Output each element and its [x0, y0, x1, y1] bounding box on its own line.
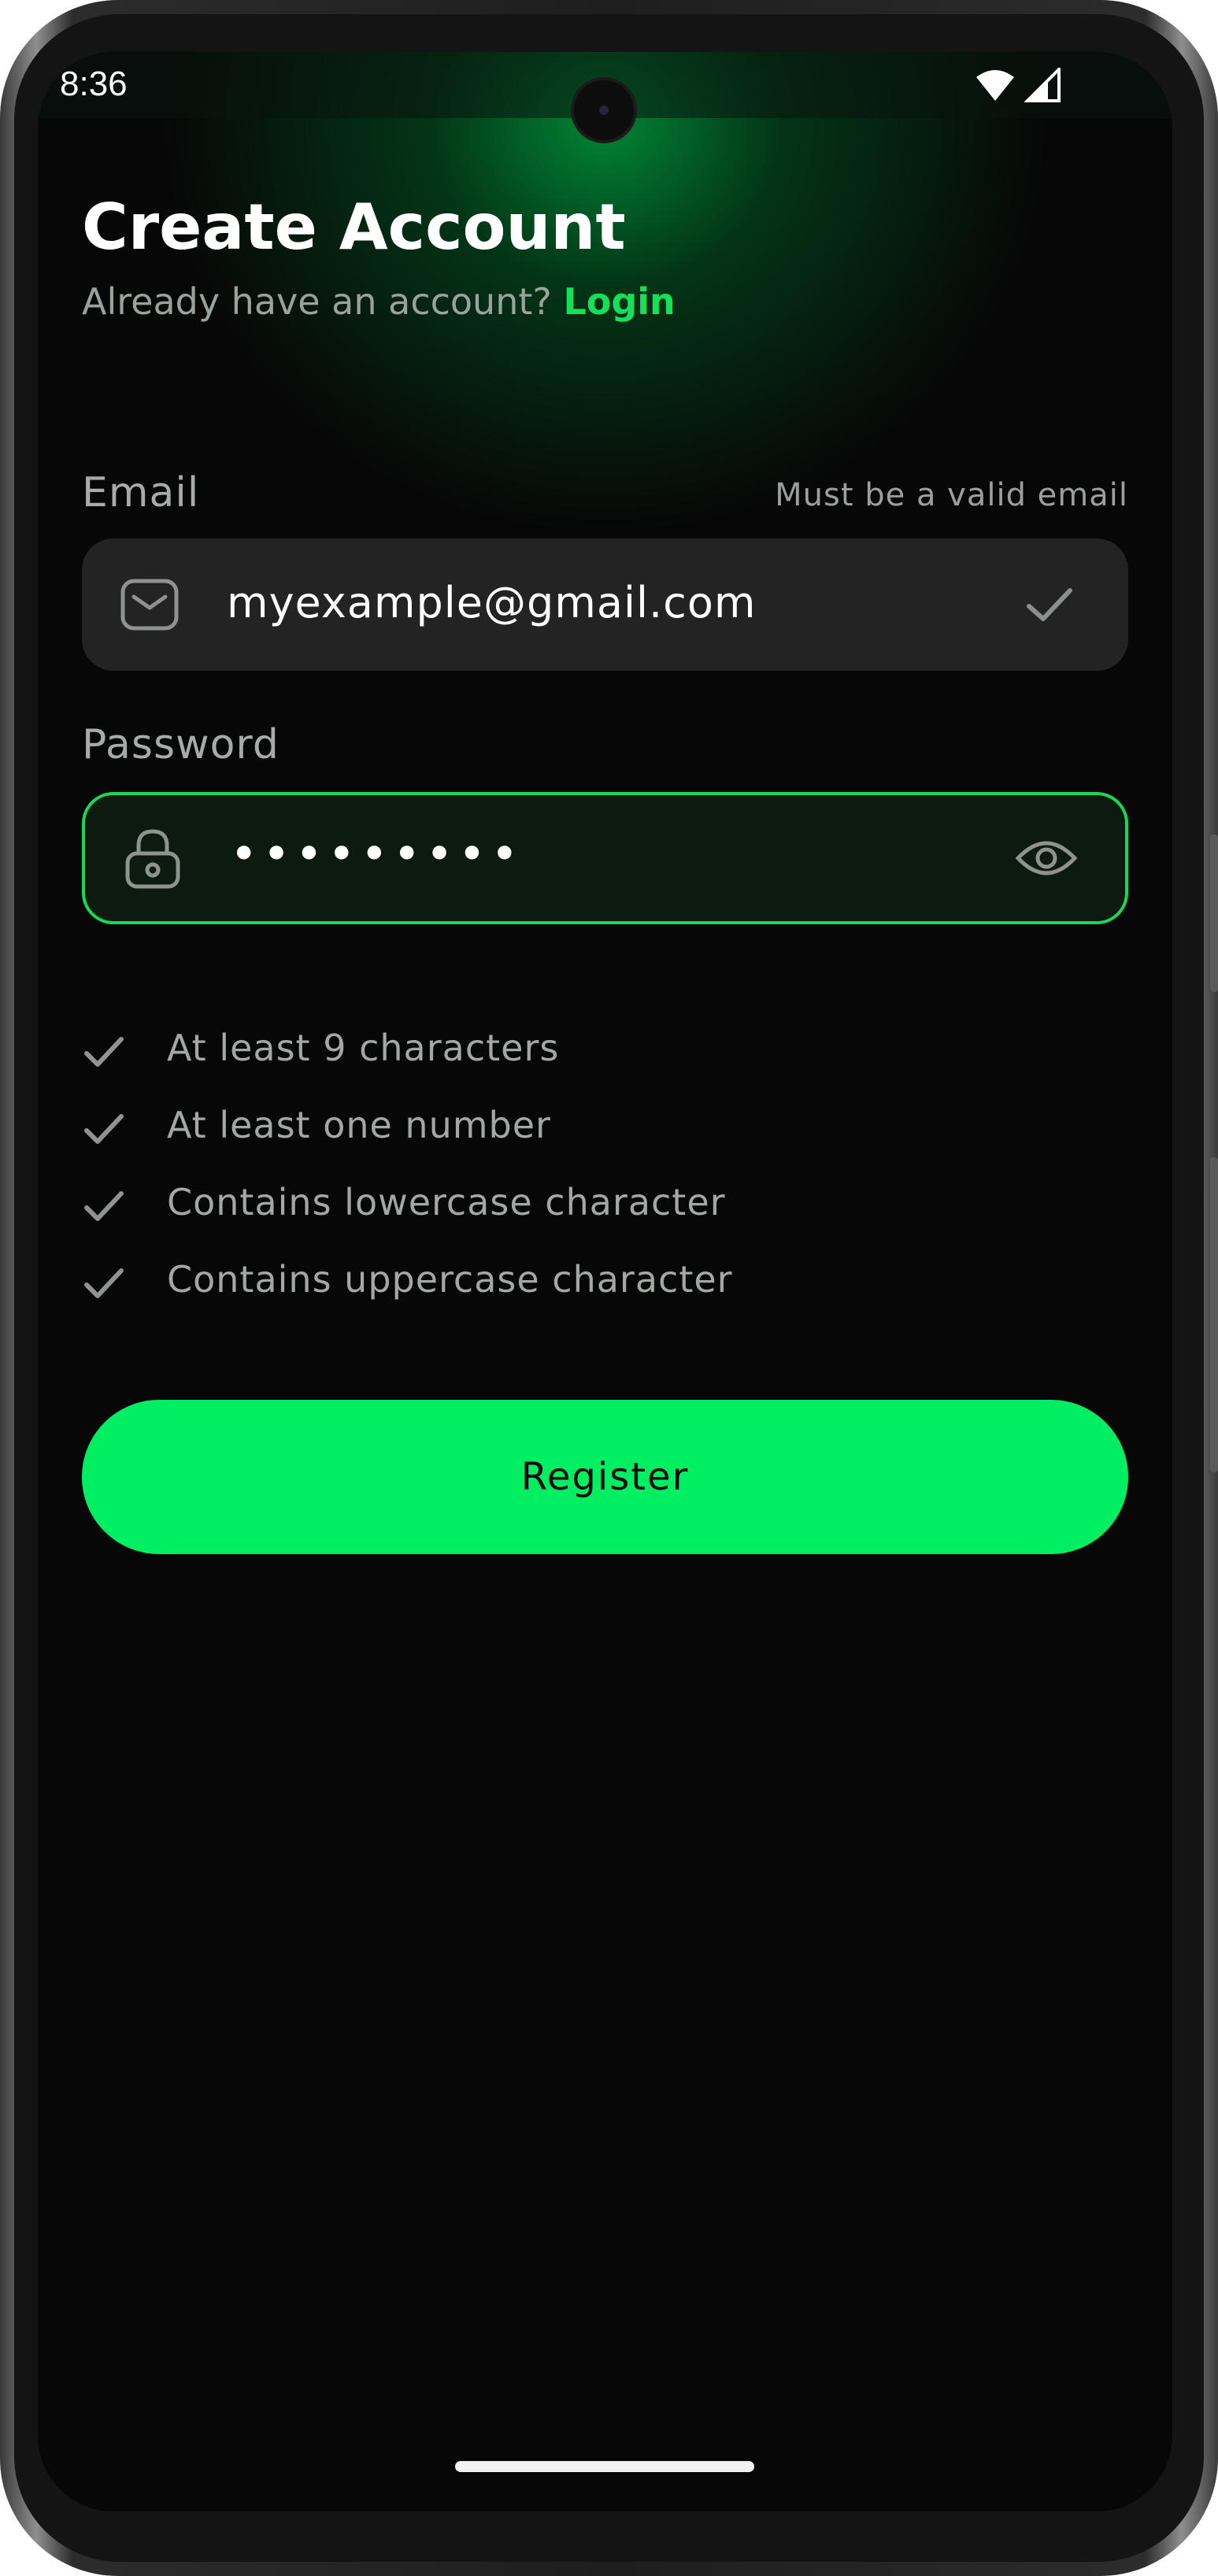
- phone-frame: 8:36 Create Account Already have an acco…: [0, 0, 1218, 2576]
- register-button[interactable]: Register: [82, 1400, 1128, 1554]
- home-indicator[interactable]: [455, 2461, 754, 2472]
- email-hint: Must be a valid email: [775, 477, 1128, 513]
- checkmark-icon: [1027, 588, 1072, 621]
- app-screen: 8:36 Create Account Already have an acco…: [38, 52, 1172, 2511]
- requirement-label: At least one number: [167, 1104, 551, 1146]
- checkmark-icon: [84, 1037, 124, 1067]
- checkmark-icon: [84, 1268, 124, 1298]
- password-field[interactable]: •••••••••: [82, 792, 1128, 924]
- power-button: [1210, 835, 1218, 992]
- email-value: myexample@gmail.com: [227, 578, 757, 627]
- login-link[interactable]: Login: [563, 280, 675, 323]
- wifi-icon: [976, 70, 1014, 101]
- requirement-label: Contains lowercase character: [167, 1181, 726, 1223]
- checkmark-icon: [84, 1114, 124, 1144]
- requirement-label: At least 9 characters: [167, 1027, 560, 1069]
- requirement-label: Contains uppercase character: [167, 1258, 733, 1301]
- email-field[interactable]: myexample@gmail.com: [82, 539, 1128, 671]
- email-label: Email: [82, 469, 200, 516]
- front-camera: [571, 77, 637, 143]
- password-value: •••••••••: [230, 827, 524, 882]
- status-icons: [975, 68, 1062, 102]
- signal-icon: [1024, 68, 1061, 102]
- volume-button: [1210, 1157, 1218, 1472]
- status-time: 8:36: [60, 65, 128, 103]
- page-subtitle: Already have an account? Login: [82, 280, 676, 323]
- checkmark-icon: [84, 1191, 124, 1221]
- password-label: Password: [82, 721, 280, 768]
- eye-icon[interactable]: [1015, 827, 1078, 890]
- page-title: Create Account: [82, 191, 626, 264]
- subtitle-text: Already have an account?: [82, 280, 552, 323]
- lock-icon: [125, 829, 180, 889]
- envelope-icon: [120, 579, 179, 631]
